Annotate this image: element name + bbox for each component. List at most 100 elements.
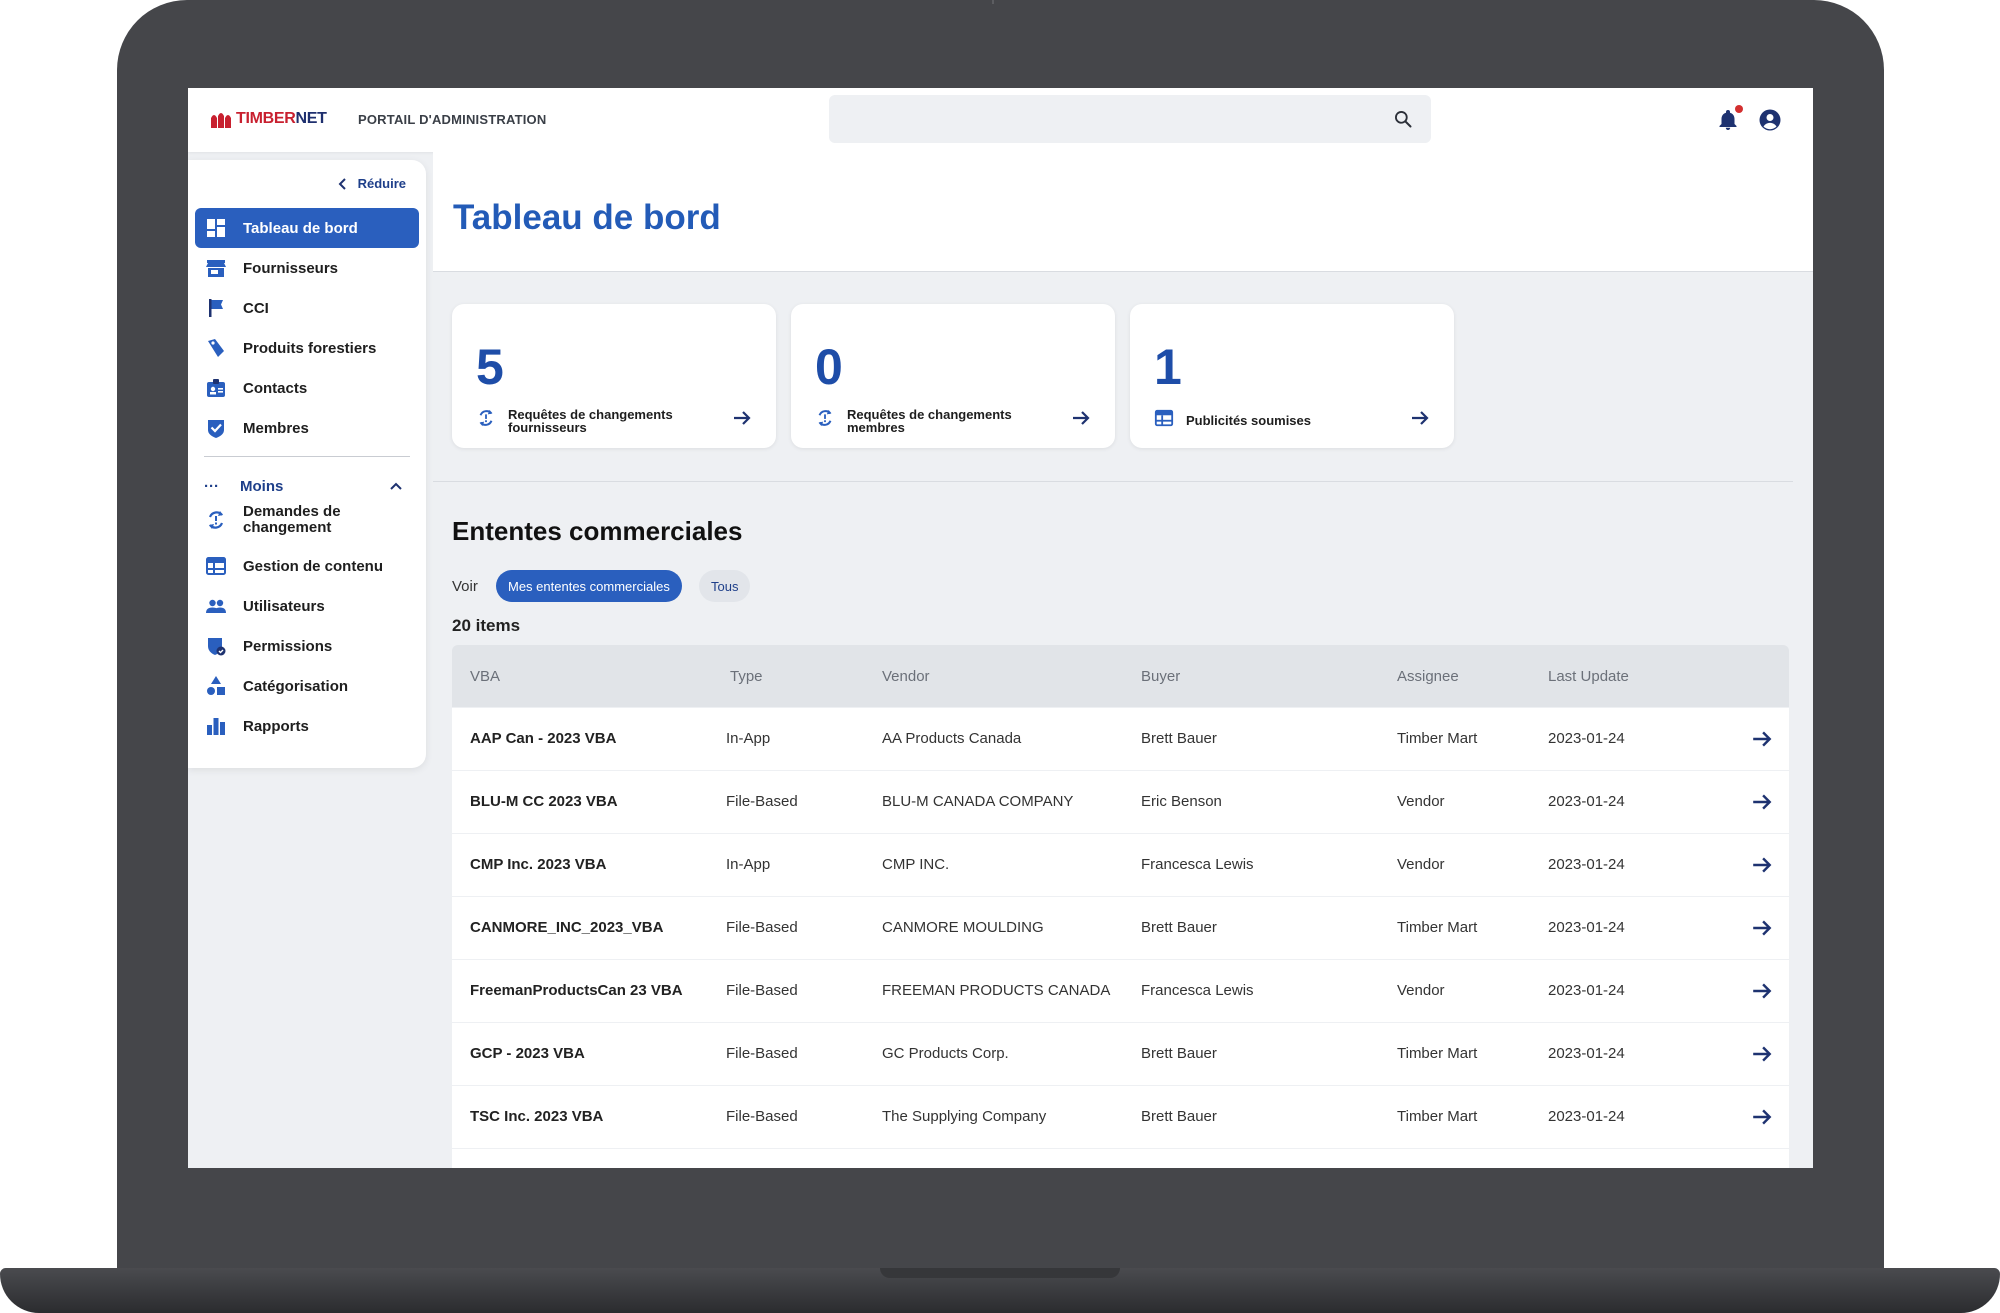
cell-last-update: 2023-01-24	[1548, 982, 1625, 999]
sidebar-item-suppliers[interactable]: Fournisseurs	[195, 248, 419, 288]
sidebar-item-members[interactable]: Membres	[195, 408, 419, 448]
table-row-partial[interactable]	[452, 1149, 1789, 1168]
sidebar-divider	[204, 456, 410, 457]
stat-value: 0	[815, 339, 843, 395]
arrow-right-icon[interactable]	[1751, 1043, 1773, 1065]
cell-buyer: Brett Bauer	[1141, 730, 1217, 747]
sidebar-item-label: Gestion de contenu	[243, 557, 384, 575]
arrow-right-icon[interactable]	[1751, 791, 1773, 813]
laptop-notch	[880, 1268, 1120, 1278]
logo-text: TIMBERNET	[236, 110, 327, 128]
table-row[interactable]: BLU-M CC 2023 VBA File-Based BLU-M CANAD…	[452, 771, 1789, 833]
sidebar-item-label: CCI	[243, 299, 269, 317]
arrow-right-icon[interactable]	[1751, 728, 1773, 750]
cell-vendor: GC Products Corp.	[882, 1045, 1009, 1062]
column-header-vba[interactable]: VBA	[470, 668, 500, 685]
cell-type: File-Based	[726, 919, 798, 936]
sidebar-item-label: Catégorisation	[243, 677, 349, 695]
column-header-type[interactable]: Type	[730, 668, 763, 685]
sidebar-item-cci[interactable]: CCI	[195, 288, 419, 328]
stat-card-submitted-ads[interactable]: 1 Publicités soumises	[1130, 304, 1454, 448]
cell-vba: BLU-M CC 2023 VBA	[470, 793, 618, 810]
stat-card-member-requests[interactable]: 0 Requêtes de changements membres	[791, 304, 1115, 448]
stat-card-supplier-requests[interactable]: 5 Requêtes de changements fournisseurs	[452, 304, 776, 448]
more-label: Moins	[240, 477, 284, 495]
cell-assignee: Vendor	[1397, 856, 1445, 873]
column-header-assignee[interactable]: Assignee	[1397, 668, 1459, 685]
sidebar-item-forest-products[interactable]: Produits forestiers	[195, 328, 419, 368]
contact-card-icon	[207, 379, 225, 397]
arrow-right-icon[interactable]	[1751, 854, 1773, 876]
table-icon	[1154, 409, 1174, 427]
cell-last-update: 2023-01-24	[1548, 1108, 1625, 1125]
sidebar-item-label: Fournisseurs	[243, 259, 339, 277]
sidebar-item-label: Produits forestiers	[243, 339, 377, 357]
table-row[interactable]: TSC Inc. 2023 VBA File-Based The Supplyi…	[452, 1086, 1789, 1148]
cell-vba: CMP Inc. 2023 VBA	[470, 856, 607, 873]
cell-assignee: Timber Mart	[1397, 730, 1478, 747]
sidebar-item-label: Membres	[243, 419, 309, 437]
table-row[interactable]: GCP - 2023 VBA File-Based GC Products Co…	[452, 1023, 1789, 1085]
cell-vendor: The Supplying Company	[882, 1108, 1047, 1125]
cell-vendor: FREEMAN PRODUCTS CANADA	[882, 982, 1111, 999]
account-icon[interactable]	[1758, 108, 1782, 132]
table-row[interactable]: FreemanProductsCan 23 VBA File-Based FRE…	[452, 960, 1789, 1022]
timbernet-logo[interactable]: TIMBERNET	[210, 110, 327, 128]
notification-badge	[1735, 105, 1743, 113]
cell-vba: CANMORE_INC_2023_VBA	[470, 919, 664, 936]
view-label: Voir	[452, 578, 478, 595]
collapse-label: Réduire	[357, 176, 406, 191]
bar-chart-icon	[207, 718, 225, 735]
store-icon	[206, 260, 226, 277]
flag-icon	[209, 299, 223, 317]
cell-vendor: AA Products Canada	[882, 730, 1022, 747]
column-header-vendor[interactable]: Vendor	[882, 668, 930, 685]
sidebar-item-contacts[interactable]: Contacts	[195, 368, 419, 408]
table-icon	[206, 557, 226, 575]
sidebar: Réduire Tableau de bord Fournisseurs CCI	[188, 160, 426, 768]
table-row[interactable]: CANMORE_INC_2023_VBA File-Based CANMORE …	[452, 897, 1789, 959]
sidebar-item-content-management[interactable]: Gestion de contenu	[195, 546, 419, 586]
section-divider	[433, 481, 1793, 482]
sidebar-item-reports[interactable]: Rapports	[195, 706, 419, 746]
stat-label: Publicités soumises	[1186, 413, 1311, 428]
filter-my-agreements[interactable]: Mes ententes commerciales	[496, 570, 682, 602]
table-row[interactable]: CMP Inc. 2023 VBA In-App CMP INC. France…	[452, 834, 1789, 896]
filter-all[interactable]: Tous	[699, 570, 751, 602]
sync-icon	[208, 511, 224, 529]
cell-type: In-App	[726, 856, 771, 873]
page-header: Tableau de bord	[433, 152, 1813, 272]
cell-buyer: Brett Bauer	[1141, 1108, 1217, 1125]
sidebar-item-label: Rapports	[243, 717, 309, 735]
column-header-last-update[interactable]: Last Update	[1548, 668, 1629, 685]
sidebar-item-label: Contacts	[243, 379, 308, 397]
arrow-right-icon[interactable]	[1751, 980, 1773, 1002]
section-title: Ententes commerciales	[452, 516, 743, 546]
search-icon[interactable]	[1393, 109, 1413, 129]
items-count: 20 items	[452, 616, 521, 635]
sidebar-item-change-requests[interactable]: Demandes de changement	[195, 498, 419, 542]
cell-type: File-Based	[726, 1108, 798, 1125]
cell-vendor: CANMORE MOULDING	[882, 919, 1044, 936]
people-icon	[206, 599, 226, 613]
cell-last-update: 2023-01-24	[1548, 730, 1625, 747]
sidebar-item-users[interactable]: Utilisateurs	[195, 586, 419, 626]
table-row[interactable]: AAP Can - 2023 VBA In-App AA Products Ca…	[452, 708, 1789, 770]
arrow-right-icon[interactable]	[1751, 1106, 1773, 1128]
collapse-sidebar-button[interactable]: Réduire	[338, 176, 406, 191]
sidebar-item-permissions[interactable]: Permissions	[195, 626, 419, 666]
arrow-right-icon	[734, 411, 751, 425]
cell-buyer: Brett Bauer	[1141, 919, 1217, 936]
column-header-buyer[interactable]: Buyer	[1141, 668, 1180, 685]
sidebar-item-dashboard[interactable]: Tableau de bord	[195, 208, 419, 248]
portal-label: PORTAIL D'ADMINISTRATION	[358, 112, 547, 127]
cell-buyer: Brett Bauer	[1141, 1045, 1217, 1062]
logo-text-primary: TIMBER	[236, 110, 296, 127]
sidebar-item-categorization[interactable]: Catégorisation	[195, 666, 419, 706]
logo-mark-icon	[211, 113, 231, 128]
arrow-right-icon[interactable]	[1751, 917, 1773, 939]
toggle-more-button[interactable]: ··· Moins	[204, 474, 410, 498]
cell-assignee: Vendor	[1397, 982, 1445, 999]
search-input[interactable]	[829, 95, 1431, 143]
logo-text-secondary: NET	[295, 110, 327, 127]
